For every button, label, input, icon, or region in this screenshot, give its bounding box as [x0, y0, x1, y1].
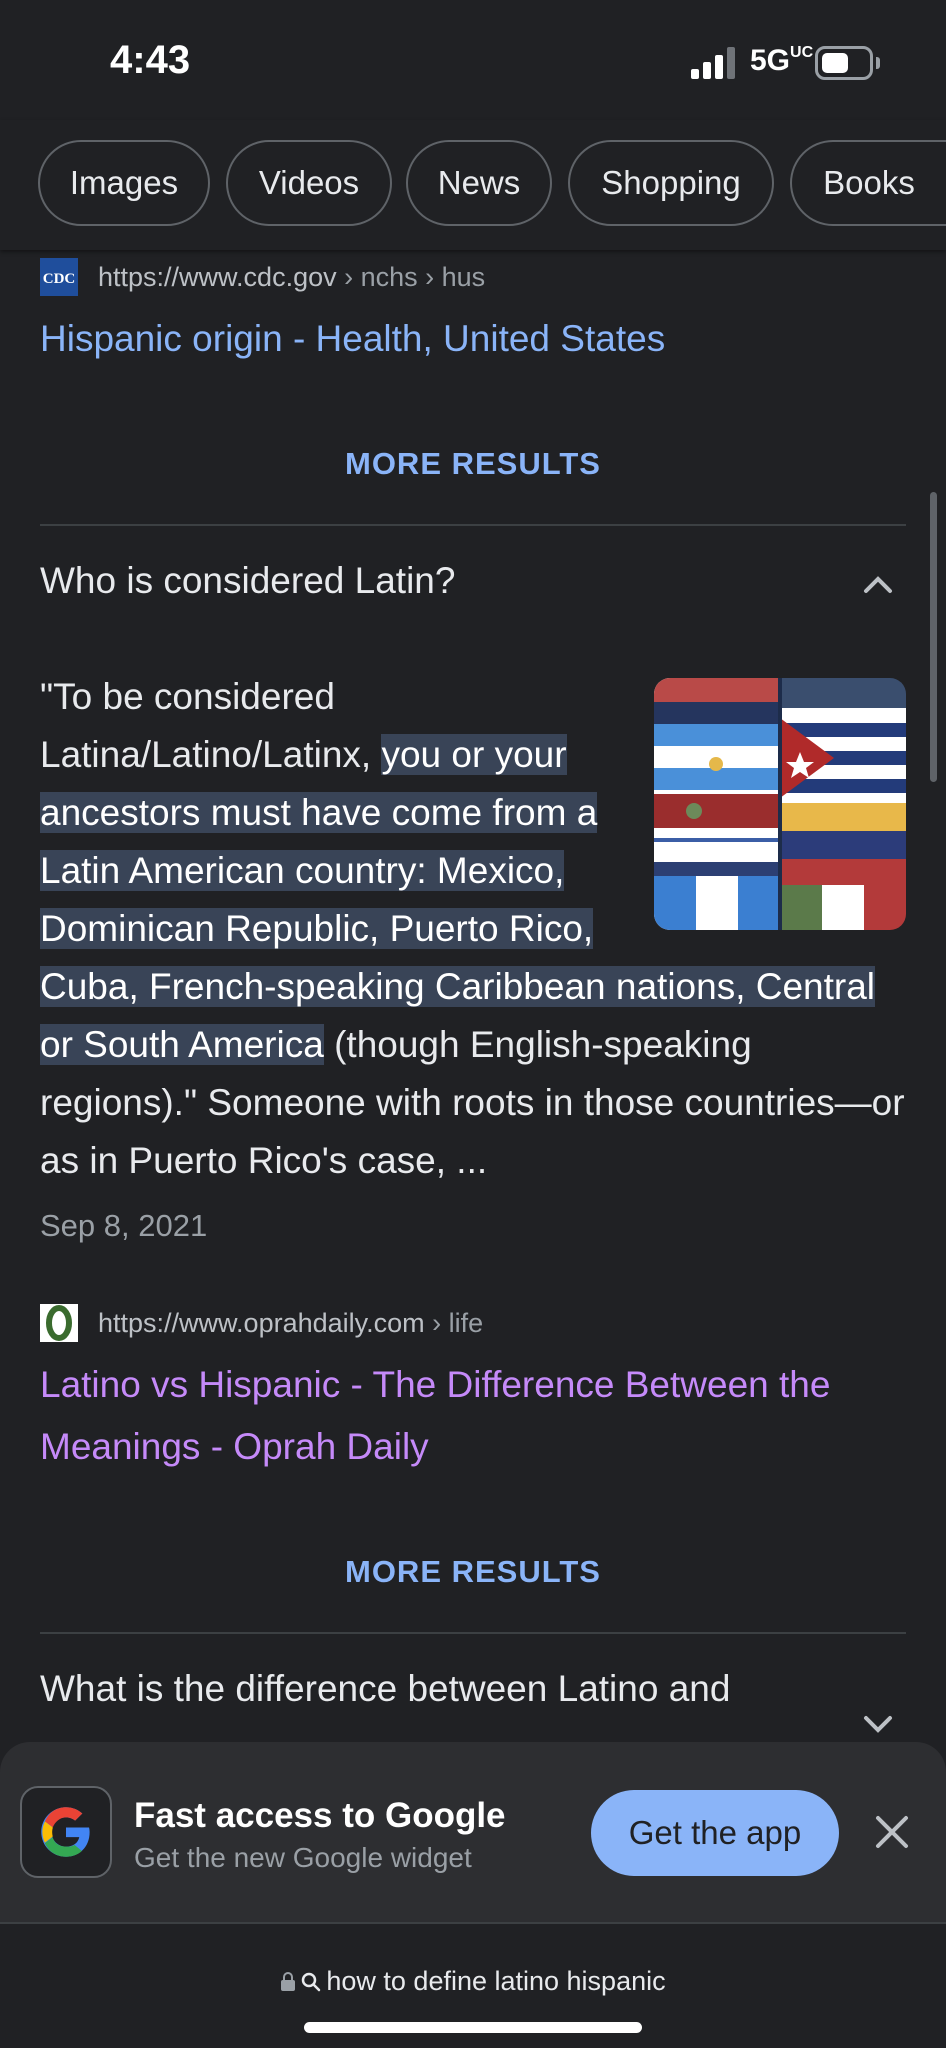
- status-time: 4:43: [110, 38, 191, 82]
- close-icon[interactable]: [872, 1812, 912, 1852]
- status-bar: 4:43 5GUC: [0, 0, 946, 120]
- result-title-link[interactable]: Hispanic origin - Health, United States: [40, 308, 665, 370]
- snippet-date: Sep 8, 2021: [40, 1208, 208, 1243]
- search-icon: [302, 1972, 321, 1991]
- result-url: https://www.oprahdaily.com: [98, 1307, 425, 1338]
- more-results-button[interactable]: MORE RESULTS: [0, 446, 946, 482]
- divider: [40, 1632, 906, 1634]
- divider: [40, 524, 906, 526]
- result-title-link[interactable]: Latino vs Hispanic - The Difference Betw…: [40, 1354, 830, 1478]
- address-field[interactable]: how to define latino hispanic: [0, 1966, 946, 1997]
- result-url: https://www.cdc.gov: [98, 261, 337, 292]
- signal-icon: [691, 47, 735, 79]
- chevron-up-icon[interactable]: [860, 572, 896, 596]
- promo-subtitle: Get the new Google widget: [134, 1842, 472, 1873]
- chip-images[interactable]: Images: [38, 140, 210, 226]
- result-path: › nchs › hus: [336, 261, 486, 292]
- chip-videos[interactable]: Videos: [226, 140, 392, 226]
- related-question[interactable]: Who is considered Latin?: [40, 560, 455, 602]
- oprah-daily-favicon-icon: [40, 1304, 78, 1342]
- home-indicator[interactable]: [304, 2022, 642, 2033]
- snippet-text-pre: "To be considered Latina/Latino/Latinx,: [40, 676, 382, 775]
- chevron-down-icon[interactable]: [860, 1712, 896, 1736]
- chip-books[interactable]: Books: [790, 140, 946, 226]
- result-citation[interactable]: CDC https://www.cdc.gov › nchs › hus: [40, 258, 485, 296]
- related-question[interactable]: What is the difference between Latino an…: [40, 1668, 730, 1710]
- battery-icon: [815, 46, 873, 80]
- result-citation[interactable]: https://www.oprahdaily.com › life: [40, 1304, 483, 1342]
- chip-shopping[interactable]: Shopping: [568, 140, 774, 226]
- get-the-app-button[interactable]: Get the app: [591, 1790, 839, 1876]
- lock-icon: [281, 1971, 296, 1991]
- google-g-icon: [41, 1807, 90, 1857]
- cdc-favicon-icon: CDC: [40, 258, 78, 296]
- latin-flags-image[interactable]: [654, 678, 906, 930]
- address-bar: how to define latino hispanic: [0, 1922, 946, 2048]
- search-filter-chips: Images Videos News Shopping Books: [0, 120, 946, 250]
- chip-news[interactable]: News: [406, 140, 552, 226]
- more-results-button[interactable]: MORE RESULTS: [0, 1554, 946, 1590]
- google-app-icon: [20, 1786, 112, 1878]
- search-query: how to define latino hispanic: [326, 1966, 666, 1996]
- network-indicator: 5GUC: [750, 44, 814, 77]
- promo-title: Fast access to Google: [134, 1796, 506, 1835]
- featured-snippet: "To be considered Latina/Latino/Latinx, …: [40, 668, 906, 1190]
- result-path: › life: [424, 1307, 484, 1338]
- app-promo-sheet: Fast access to Google Get the new Google…: [0, 1742, 946, 1922]
- svg-text:CDC: CDC: [43, 271, 76, 287]
- scrollbar[interactable]: [930, 492, 937, 782]
